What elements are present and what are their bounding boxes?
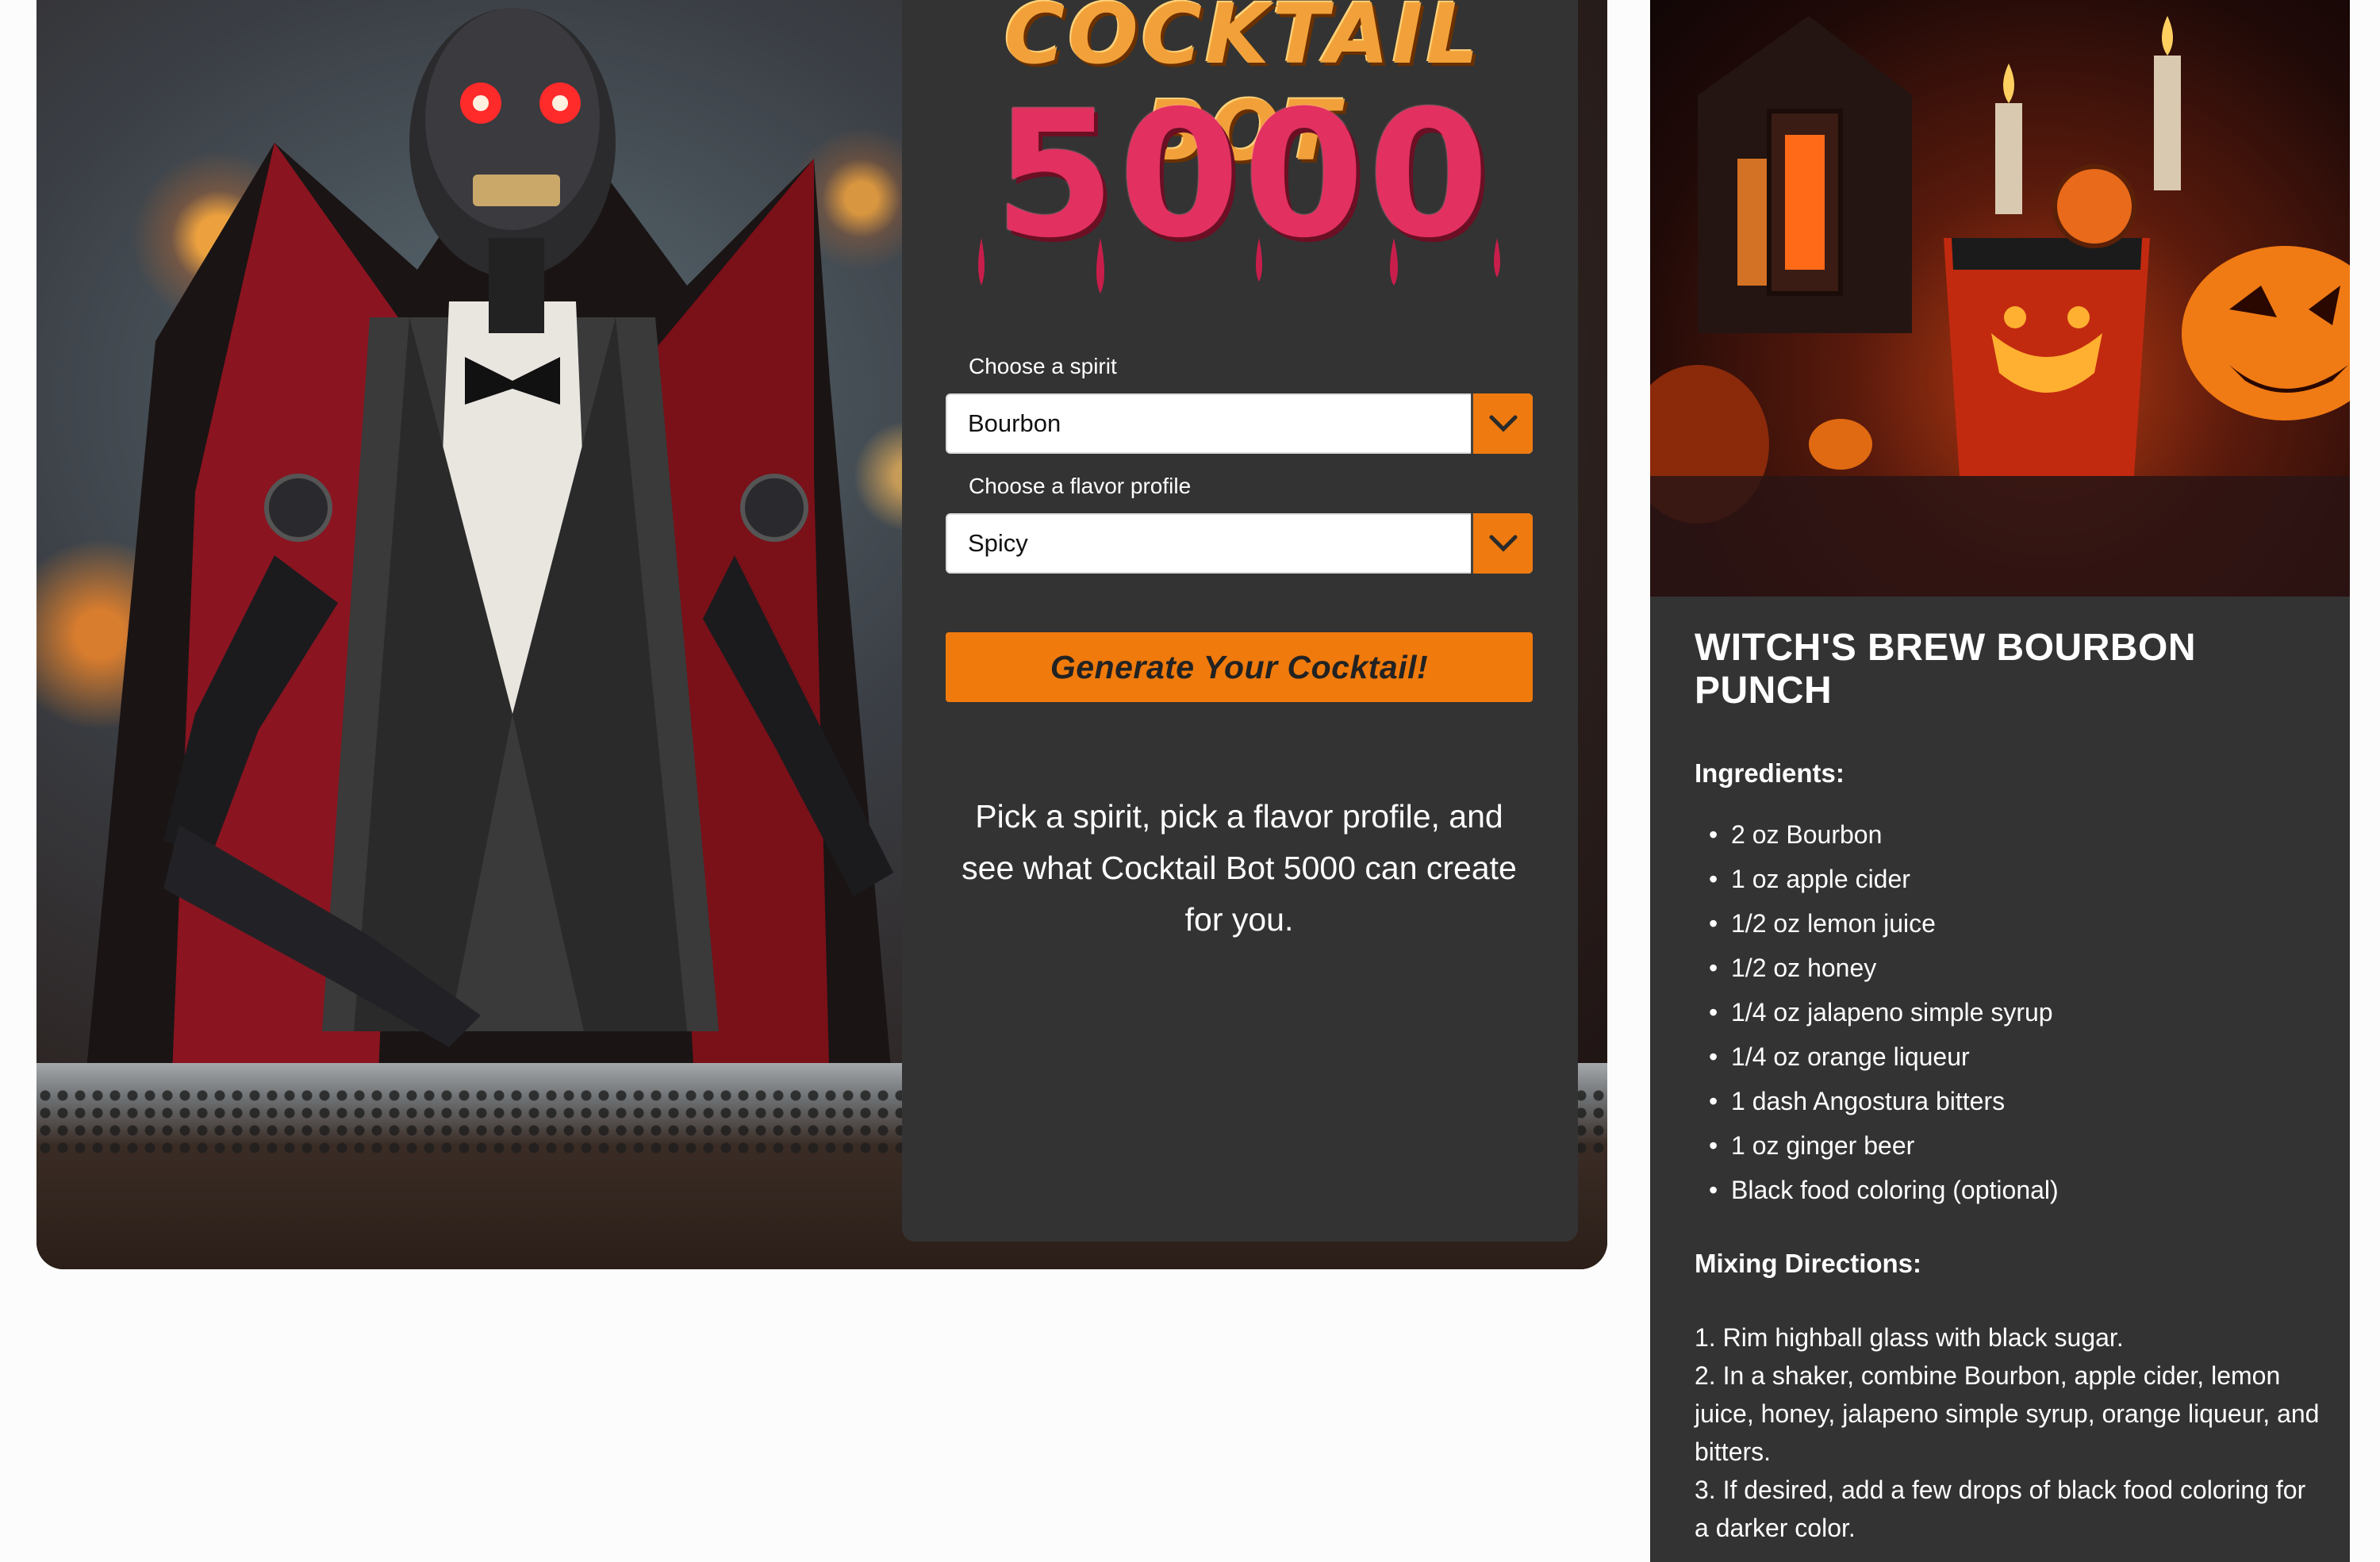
flavor-select[interactable]: Spicy: [946, 513, 1533, 574]
list-item: 1 oz apple cider: [1695, 857, 2321, 901]
logo: COCKTAIL BOT 5000: [950, 0, 1537, 309]
vampire-robot-bartender-image: [84, 8, 893, 1095]
direction-step: 2. In a shaker, combine Bourbon, apple c…: [1695, 1361, 2320, 1466]
logo-line-2: 5000: [993, 73, 1493, 276]
direction-step: 1. Rim highball glass with black sugar.: [1695, 1323, 2124, 1352]
generate-cocktail-button[interactable]: Generate Your Cocktail!: [946, 632, 1533, 702]
chevron-down-icon[interactable]: [1471, 513, 1533, 574]
recipe-card: WITCH'S BREW BOURBON PUNCH Ingredients: …: [1650, 0, 2350, 1562]
cocktail-form-panel: COCKTAIL BOT 5000 Choose a spirit Bourbo…: [902, 0, 1578, 1242]
list-item: Black food coloring (optional): [1695, 1168, 2321, 1212]
cocktail-image: [1650, 0, 2350, 597]
recipe-body: WITCH'S BREW BOURBON PUNCH Ingredients: …: [1695, 627, 2321, 1547]
recipe-title: WITCH'S BREW BOURBON PUNCH: [1695, 627, 2197, 712]
flavor-select-value: Spicy: [968, 529, 1028, 557]
spirit-select-value: Bourbon: [968, 409, 1061, 437]
flavor-label: Choose a flavor profile: [969, 474, 1192, 498]
ingredients-heading: Ingredients:: [1695, 758, 1844, 788]
list-item: 2 oz Bourbon: [1695, 812, 2321, 857]
directions-list: 1. Rim highball glass with black sugar. …: [1695, 1318, 2321, 1547]
list-item: 1/4 oz orange liqueur: [1695, 1034, 2321, 1079]
directions-heading: Mixing Directions:: [1695, 1249, 1922, 1278]
spirit-select[interactable]: Bourbon: [946, 393, 1533, 454]
ingredients-list: 2 oz Bourbon 1 oz apple cider 1/2 oz lem…: [1695, 812, 2321, 1212]
list-item: 1 dash Angostura bitters: [1695, 1079, 2321, 1123]
list-item: 1/4 oz jalapeno simple syrup: [1695, 990, 2321, 1034]
list-item: 1 oz ginger beer: [1695, 1123, 2321, 1168]
direction-step: 3. If desired, add a few drops of black …: [1695, 1476, 2306, 1542]
intro-blurb: Pick a spirit, pick a flavor profile, an…: [962, 798, 1517, 938]
list-item: 1/2 oz lemon juice: [1695, 901, 2321, 946]
chevron-down-icon[interactable]: [1471, 393, 1533, 454]
list-item: 1/2 oz honey: [1695, 946, 2321, 990]
spirit-label: Choose a spirit: [969, 354, 1117, 378]
